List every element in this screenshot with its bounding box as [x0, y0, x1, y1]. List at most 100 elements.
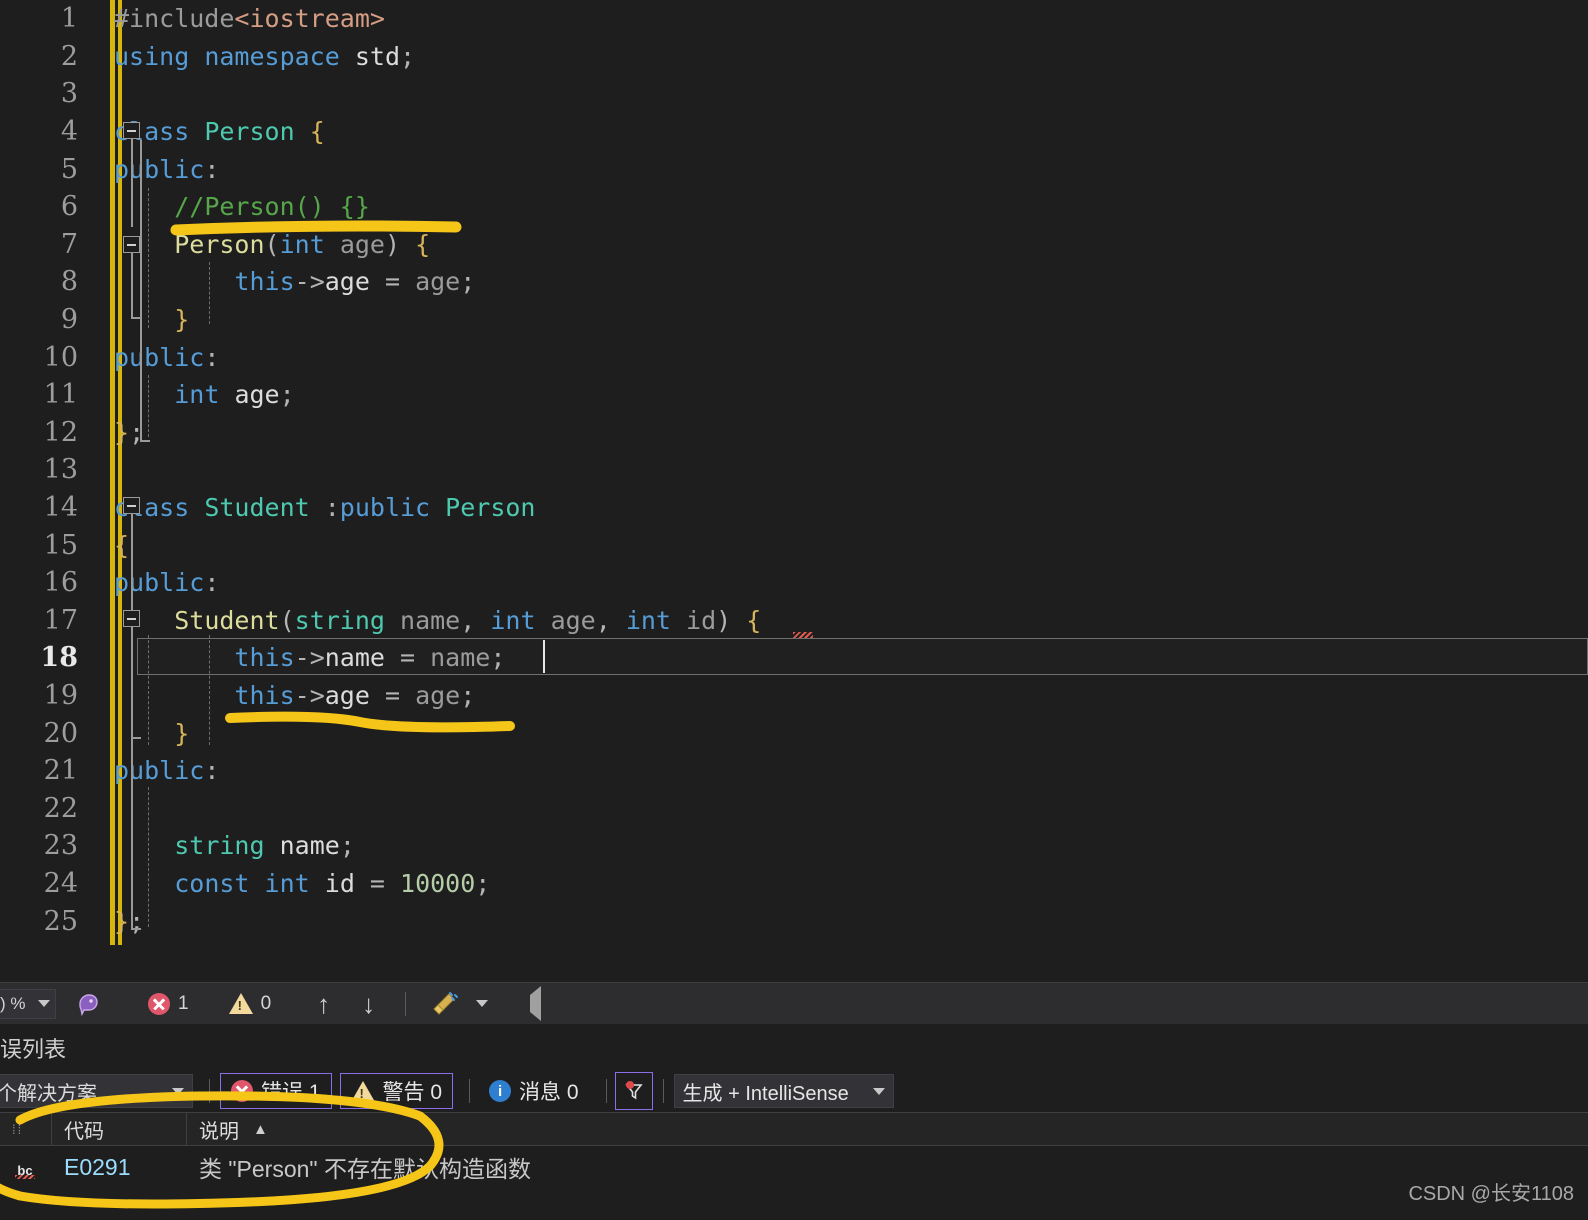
quick-actions-button[interactable] — [62, 990, 114, 1018]
code-line[interactable]: 1 #include<iostream> — [0, 0, 1588, 38]
error-list-header[interactable]: ⁞⁞ 代码 说明 ▲ — [0, 1112, 1588, 1146]
row-description-cell: 类 "Person" 不存在默认构造函数 — [187, 1150, 1387, 1184]
code-line[interactable]: 21 public: — [0, 752, 1588, 790]
line-number: 22 — [43, 792, 78, 824]
line-number: 3 — [60, 78, 78, 110]
code-line[interactable]: 10 public: — [0, 338, 1588, 376]
code-editor[interactable]: 1 #include<iostream> 2 using namespace std;… — [0, 0, 1588, 982]
filter-funnel-button[interactable] — [614, 1072, 653, 1110]
code-line-text: Student(string name, int age, int id) { — [174, 605, 762, 635]
line-number: 19 — [43, 679, 78, 711]
toolbar-divider — [605, 1079, 607, 1103]
code-line[interactable]: 17 Student(string name, int age, int id)… — [0, 602, 1588, 640]
code-line[interactable]: 25}; — [0, 902, 1588, 940]
arrow-up-icon: ↑ — [317, 988, 331, 1019]
code-cleanup-button[interactable] — [430, 991, 489, 1017]
line-number: 8 — [60, 266, 78, 298]
table-row[interactable]: bc E0291 类 "Person" 不存在默认构造函数 — [0, 1146, 1588, 1188]
code-line-text: }; — [114, 906, 145, 936]
zoom-level-dropdown[interactable]: ) % — [0, 988, 56, 1019]
code-line[interactable]: 11 int age; — [0, 376, 1588, 414]
text-caret — [543, 640, 545, 673]
grip-icon: ⁞⁞ — [12, 1121, 24, 1137]
code-line[interactable]: 2 using namespace std; — [0, 38, 1588, 76]
line-number: 25 — [43, 905, 78, 937]
code-line[interactable]: 6 //Person() {} — [0, 188, 1588, 226]
warning-triangle-icon — [228, 993, 253, 1014]
editor-status-toolbar[interactable]: ) % 1 0 ↑ ↓ — [0, 982, 1588, 1024]
line-number: 10 — [43, 341, 78, 373]
code-line-text: this->age = age; — [234, 267, 476, 297]
line-number: 13 — [43, 454, 78, 486]
line-number: 23 — [43, 830, 78, 862]
code-line[interactable]: 23 string name; — [0, 827, 1588, 865]
scope-dropdown[interactable]: 个解决方案 — [0, 1074, 193, 1108]
code-line-text: } — [174, 305, 190, 335]
code-line[interactable]: 12}; — [0, 414, 1588, 452]
code-line-text: class Student :public Person — [114, 493, 536, 523]
code-line-text: string name; — [174, 831, 355, 861]
code-line[interactable]: 5 public: — [0, 150, 1588, 188]
code-line-text: class Person { — [114, 117, 325, 147]
toolbar-divider — [662, 1079, 664, 1103]
funnel-filter-icon — [624, 1081, 643, 1100]
code-line[interactable]: 7 Person(int age) { — [0, 226, 1588, 264]
brain-icon — [79, 993, 98, 1016]
toolbar-divider — [405, 991, 407, 1016]
column-selector[interactable]: ⁞⁞ — [0, 1112, 52, 1146]
line-number: 16 — [43, 567, 78, 599]
filter-errors-label: 错误 1 — [261, 1081, 321, 1104]
build-filter-value: 生成 + IntelliSense — [682, 1082, 849, 1105]
column-header-code[interactable]: 代码 — [52, 1112, 187, 1146]
column-header-description-label: 说明 — [199, 1120, 239, 1143]
code-line[interactable]: 24 const int id = 10000; — [0, 865, 1588, 903]
chevron-down-icon — [476, 1000, 489, 1007]
code-line-text: } — [174, 718, 190, 748]
code-line[interactable]: 19 this->age = age; — [0, 677, 1588, 715]
warning-count-value: 0 — [260, 992, 272, 1014]
line-number: 20 — [43, 717, 78, 749]
code-line[interactable]: 13 — [0, 451, 1588, 489]
code-line-text: //Person() {} — [174, 192, 370, 222]
chevron-down-icon — [172, 1087, 184, 1095]
code-line[interactable]: 8 this->age = age; — [0, 263, 1588, 301]
code-line[interactable]: 16 public: — [0, 564, 1588, 602]
filter-warnings-button[interactable]: 警告 0 — [339, 1073, 454, 1109]
error-list-toolbar[interactable]: 个解决方案 错误 1 警告 0 i 消息 0 — [0, 1070, 1588, 1112]
next-issue-button[interactable]: ↓ — [362, 991, 375, 1017]
toolbar-divider — [469, 1079, 471, 1103]
error-list-panel[interactable]: 误列表 个解决方案 错误 1 警告 0 i 消息 0 — [0, 1024, 1588, 1220]
code-line[interactable]: 9 } — [0, 301, 1588, 339]
prev-issue-button[interactable]: ↑ — [317, 991, 330, 1017]
line-number: 12 — [43, 416, 78, 448]
error-count-indicator[interactable]: 1 — [148, 992, 189, 1015]
line-number: 5 — [60, 153, 78, 185]
line-number: 18 — [40, 642, 78, 674]
line-number: 11 — [43, 379, 78, 411]
code-line-text: public: — [114, 342, 220, 372]
warning-count-indicator[interactable]: 0 — [228, 992, 272, 1015]
column-header-description[interactable]: 说明 ▲ — [187, 1112, 1587, 1146]
code-line[interactable]: 20 } — [0, 714, 1588, 752]
code-line[interactable]: 3 — [0, 75, 1588, 113]
column-header-code-label: 代码 — [64, 1120, 104, 1143]
line-number: 24 — [43, 867, 78, 899]
code-line-text: using namespace std; — [114, 41, 416, 71]
code-line[interactable]: 14 class Student :public Person — [0, 489, 1588, 527]
scope-value: 个解决方案 — [0, 1082, 97, 1105]
line-number: 21 — [43, 755, 78, 787]
code-line-text: public: — [114, 154, 220, 184]
code-line[interactable]: 22 — [0, 789, 1588, 827]
warning-triangle-icon — [350, 1080, 375, 1102]
filter-messages-button[interactable]: i 消息 0 — [478, 1073, 590, 1109]
code-lines: 1 #include<iostream> 2 using namespace std;… — [0, 0, 1588, 940]
code-line[interactable]: 4 class Person { — [0, 113, 1588, 151]
filter-errors-button[interactable]: 错误 1 — [220, 1073, 332, 1109]
collapse-panel-button[interactable] — [530, 985, 542, 1021]
code-line-text: #include<iostream> — [114, 4, 385, 34]
code-line[interactable]: 15 { — [0, 526, 1588, 564]
error-code: E0291 — [64, 1153, 131, 1180]
build-intellisense-dropdown[interactable]: 生成 + IntelliSense — [673, 1074, 894, 1108]
line-number: 2 — [60, 40, 78, 72]
chevron-left-icon — [530, 985, 542, 1021]
